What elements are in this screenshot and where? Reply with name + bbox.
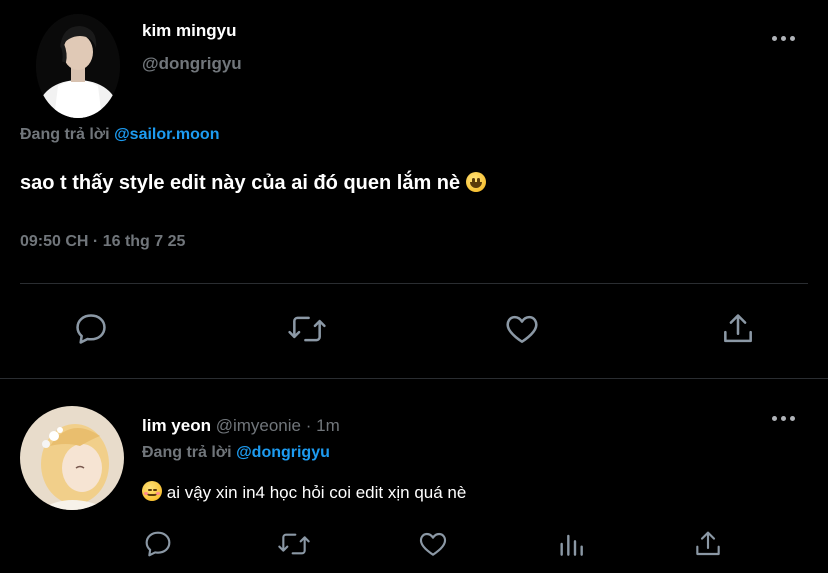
reply-header: lim yeon @imyeonie · 1m bbox=[142, 416, 340, 436]
more-options-icon[interactable] bbox=[772, 416, 795, 421]
like-icon[interactable] bbox=[502, 310, 542, 348]
avatar-photo bbox=[36, 14, 120, 118]
grinning-emoji-icon bbox=[465, 172, 486, 192]
reply-author-name[interactable]: lim yeon bbox=[142, 416, 211, 435]
author-handle[interactable]: @dongrigyu bbox=[142, 54, 242, 74]
separator: · bbox=[305, 416, 312, 435]
reply-icon[interactable] bbox=[142, 528, 174, 560]
retweet-icon[interactable] bbox=[286, 310, 328, 348]
views-icon[interactable] bbox=[555, 528, 587, 560]
avatar[interactable] bbox=[36, 14, 120, 118]
tweet-text: sao t thấy style edit này của ai đó quen… bbox=[20, 172, 486, 195]
retweet-icon[interactable] bbox=[276, 528, 312, 560]
avatar-illustration bbox=[20, 406, 124, 510]
share-icon[interactable] bbox=[692, 528, 724, 560]
more-options-icon[interactable] bbox=[772, 36, 795, 41]
reply-time[interactable]: 1m bbox=[316, 416, 340, 435]
divider bbox=[20, 283, 808, 284]
replying-to: Đang trả lời @dongrigyu bbox=[142, 444, 330, 462]
tweet-text-body: sao t thấy style edit này của ai đó quen… bbox=[20, 172, 461, 194]
reply-author-handle[interactable]: @imyeonie bbox=[216, 416, 301, 435]
reply-icon[interactable] bbox=[72, 310, 110, 348]
smiling-blush-emoji-icon bbox=[142, 481, 162, 501]
reply-text: ai vậy xin in4 học hỏi coi edit xịn quá … bbox=[142, 481, 466, 503]
divider bbox=[0, 378, 828, 379]
tweet-timestamp[interactable]: 09:50 CH · 16 thg 7 25 bbox=[20, 233, 185, 251]
replying-to-link[interactable]: @sailor.moon bbox=[114, 126, 219, 143]
replying-prefix: Đang trả lời bbox=[20, 126, 110, 143]
replying-to-link[interactable]: @dongrigyu bbox=[236, 444, 330, 461]
reply-text-body: ai vậy xin in4 học hỏi coi edit xịn quá … bbox=[166, 483, 467, 502]
share-icon[interactable] bbox=[719, 310, 757, 348]
replying-prefix: Đang trả lời bbox=[142, 444, 232, 461]
replying-to: Đang trả lời @sailor.moon bbox=[20, 126, 219, 144]
author-name[interactable]: kim mingyu bbox=[142, 21, 236, 41]
avatar[interactable] bbox=[20, 406, 124, 510]
like-icon[interactable] bbox=[416, 528, 450, 560]
